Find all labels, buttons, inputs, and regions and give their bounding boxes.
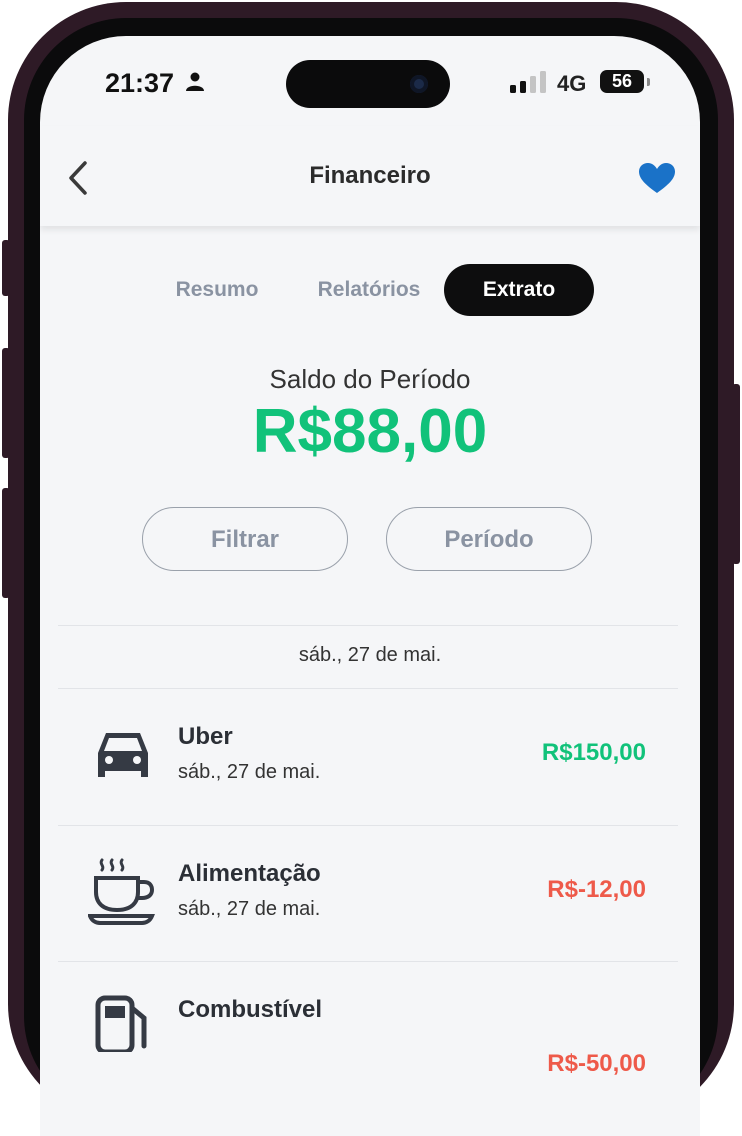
- divider: [58, 625, 678, 626]
- coffee-cup-icon: [88, 858, 155, 925]
- volume-up-button: [2, 240, 10, 296]
- tab-resumo[interactable]: Resumo: [160, 264, 274, 316]
- network-type: 4G: [557, 71, 587, 96]
- transaction-row[interactable]: Combustível R$-50,00: [58, 962, 678, 1098]
- date-group-header: sáb., 27 de mai.: [298, 644, 442, 666]
- fuel-pump-icon: [95, 995, 147, 1052]
- dynamic-island: [286, 60, 450, 108]
- transaction-amount: R$150,00: [541, 739, 646, 766]
- transaction-amount: R$-50,00: [547, 1050, 646, 1077]
- power-button: [732, 384, 740, 564]
- tab-extrato[interactable]: Extrato: [444, 264, 594, 316]
- silent-switch: [2, 488, 10, 598]
- filter-button[interactable]: Filtrar: [142, 507, 348, 571]
- transaction-row[interactable]: Alimentação sáb., 27 de mai. R$-12,00: [58, 826, 678, 962]
- transaction-amount: R$-12,00: [547, 876, 646, 903]
- heart-icon[interactable]: [638, 162, 676, 194]
- status-bar: 21:37 4G 56: [40, 36, 700, 126]
- status-time: 21:37: [105, 68, 175, 98]
- car-icon: [98, 733, 148, 777]
- battery-icon: 56: [600, 70, 644, 93]
- transaction-date: sáb., 27 de mai.: [178, 898, 321, 920]
- person-icon: [186, 72, 204, 91]
- camera-icon: [410, 75, 428, 93]
- balance-label: Saldo do Período: [269, 364, 471, 394]
- transaction-row[interactable]: Uber sáb., 27 de mai. R$150,00: [58, 689, 678, 825]
- volume-down-button: [2, 348, 10, 458]
- transaction-title: Combustível: [178, 996, 323, 1023]
- transaction-title: Uber: [178, 723, 233, 750]
- tab-relatorios[interactable]: Relatórios: [304, 264, 434, 316]
- nav-bar: Financeiro: [40, 126, 700, 226]
- balance-value: R$88,00: [252, 397, 488, 466]
- screen: 21:37 4G 56 Financeiro Resumo Relatórios…: [40, 36, 700, 1136]
- battery-level: 56: [611, 71, 633, 91]
- battery-cap: [647, 78, 650, 86]
- signal-icon: [510, 71, 546, 93]
- transaction-date: sáb., 27 de mai.: [178, 761, 321, 783]
- period-button[interactable]: Período: [386, 507, 592, 571]
- transaction-title: Alimentação: [178, 860, 321, 887]
- tab-bar: Resumo Relatórios Extrato: [40, 264, 700, 316]
- page-title: Financeiro: [309, 162, 431, 189]
